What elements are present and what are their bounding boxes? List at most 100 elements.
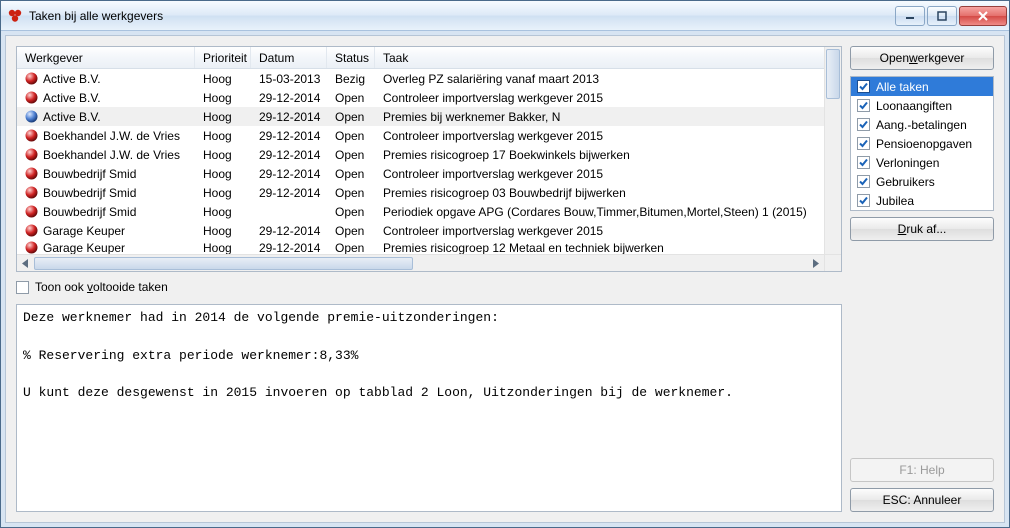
priority-orb-icon (25, 148, 38, 161)
filter-item[interactable]: Pensioenopgaven (851, 134, 993, 153)
open-werkgever-button[interactable]: Open werkgever (850, 46, 994, 70)
window-title: Taken bij alle werkgevers (29, 9, 893, 23)
filter-label: Loonaangiften (876, 99, 952, 113)
cell-taak: Premies risicogroep 17 Boekwinkels bijwe… (375, 148, 841, 162)
filter-item[interactable]: Alle taken (851, 77, 993, 96)
filter-item[interactable]: Jubilea (851, 191, 993, 210)
priority-orb-icon (25, 110, 38, 123)
priority-orb-icon (25, 224, 38, 237)
title-bar: Taken bij alle werkgevers (1, 1, 1009, 31)
priority-orb-icon (25, 91, 38, 104)
priority-orb-icon (25, 241, 38, 254)
client-area: Werkgever Prioriteit Datum Status Taak A… (5, 35, 1005, 523)
cell-prioriteit: Hoog (195, 129, 251, 143)
show-completed-label[interactable]: Toon ook voltooide taken (35, 280, 168, 294)
close-button[interactable] (959, 6, 1007, 26)
table-row[interactable]: Boekhandel J.W. de VriesHoog29-12-2014Op… (17, 145, 841, 164)
table-row[interactable]: Garage KeuperHoog29-12-2014OpenPremies r… (17, 240, 841, 255)
cell-status: Open (327, 167, 375, 181)
show-completed-pre: Toon ook (35, 280, 87, 294)
cell-prioriteit: Hoog (195, 224, 251, 238)
cancel-button[interactable]: ESC: Annuleer (850, 488, 994, 512)
horizontal-scrollbar[interactable] (17, 254, 824, 271)
table-row[interactable]: Bouwbedrijf SmidHoog29-12-2014OpenContro… (17, 164, 841, 183)
help-button[interactable]: F1: Help (850, 458, 994, 482)
cell-prioriteit: Hoog (195, 91, 251, 105)
table-row[interactable]: Bouwbedrijf SmidHoog29-12-2014OpenPremie… (17, 183, 841, 202)
filter-label: Jubilea (876, 194, 914, 208)
print-post: ruk af... (906, 222, 946, 236)
filter-label: Alle taken (876, 80, 929, 94)
cell-werkgever: Boekhandel J.W. de Vries (43, 148, 180, 162)
filter-item[interactable]: Gebruikers (851, 172, 993, 191)
cell-status: Open (327, 241, 375, 255)
filter-label: Pensioenopgaven (876, 137, 972, 151)
cell-taak: Controleer importverslag werkgever 2015 (375, 224, 841, 238)
hscroll-track[interactable] (34, 256, 807, 271)
app-window: Taken bij alle werkgevers Werkgever Prio… (0, 0, 1010, 528)
cell-prioriteit: Hoog (195, 205, 251, 219)
maximize-button[interactable] (927, 6, 957, 26)
priority-orb-icon (25, 186, 38, 199)
col-datum[interactable]: Datum (251, 47, 327, 68)
cell-datum: 29-12-2014 (251, 186, 327, 200)
vertical-scrollbar[interactable] (824, 47, 841, 254)
cell-werkgever: Bouwbedrijf Smid (43, 205, 136, 219)
col-prioriteit[interactable]: Prioriteit (195, 47, 251, 68)
vscroll-thumb[interactable] (826, 49, 840, 99)
cell-taak: Controleer importverslag werkgever 2015 (375, 167, 841, 181)
cell-datum: 29-12-2014 (251, 241, 327, 255)
cell-werkgever: Garage Keuper (43, 224, 125, 238)
cell-werkgever: Bouwbedrijf Smid (43, 186, 136, 200)
cell-status: Open (327, 91, 375, 105)
hscroll-right-arrow[interactable] (807, 256, 824, 271)
col-werkgever[interactable]: Werkgever (17, 47, 195, 68)
cell-status: Open (327, 129, 375, 143)
cell-taak: Controleer importverslag werkgever 2015 (375, 129, 841, 143)
cell-werkgever: Active B.V. (43, 110, 101, 124)
table-row[interactable]: Garage KeuperHoog29-12-2014OpenControlee… (17, 221, 841, 240)
filter-checkbox[interactable] (857, 156, 870, 169)
open-post: erkgever (918, 51, 965, 65)
cell-taak: Premies risicogroep 12 Metaal en technie… (375, 241, 841, 255)
col-taak[interactable]: Taak (375, 47, 841, 68)
show-completed-checkbox[interactable] (16, 281, 29, 294)
cell-werkgever: Bouwbedrijf Smid (43, 167, 136, 181)
open-pre: Open (880, 51, 909, 65)
cell-prioriteit: Hoog (195, 186, 251, 200)
cell-prioriteit: Hoog (195, 72, 251, 86)
window-buttons (893, 6, 1007, 26)
priority-orb-icon (25, 205, 38, 218)
detail-text[interactable]: Deze werknemer had in 2014 de volgende p… (16, 304, 842, 512)
cell-datum: 29-12-2014 (251, 91, 327, 105)
open-u: w (909, 51, 918, 65)
filter-item[interactable]: Loonaangiften (851, 96, 993, 115)
filter-checkbox[interactable] (857, 99, 870, 112)
print-button[interactable]: Druk af... (850, 217, 994, 241)
filter-checkbox[interactable] (857, 118, 870, 131)
show-completed-post: oltooide taken (93, 280, 168, 294)
hscroll-left-arrow[interactable] (17, 256, 34, 271)
table-row[interactable]: Bouwbedrijf SmidHoogOpenPeriodiek opgave… (17, 202, 841, 221)
filter-label: Verloningen (876, 156, 939, 170)
filter-checkbox[interactable] (857, 175, 870, 188)
filter-item[interactable]: Aang.-betalingen (851, 115, 993, 134)
cell-prioriteit: Hoog (195, 167, 251, 181)
filter-item[interactable]: Verloningen (851, 153, 993, 172)
filter-checkbox[interactable] (857, 194, 870, 207)
table-row[interactable]: Boekhandel J.W. de VriesHoog29-12-2014Op… (17, 126, 841, 145)
cell-werkgever: Garage Keuper (43, 241, 125, 255)
table-row[interactable]: Active B.V.Hoog29-12-2014OpenControleer … (17, 88, 841, 107)
table-row[interactable]: Active B.V.Hoog15-03-2013BezigOverleg PZ… (17, 69, 841, 88)
filter-label: Gebruikers (876, 175, 935, 189)
tasks-table[interactable]: Werkgever Prioriteit Datum Status Taak A… (16, 46, 842, 272)
print-u: D (898, 222, 907, 236)
cell-status: Open (327, 110, 375, 124)
hscroll-thumb[interactable] (34, 257, 413, 270)
minimize-button[interactable] (895, 6, 925, 26)
col-status[interactable]: Status (327, 47, 375, 68)
table-row[interactable]: Active B.V.Hoog29-12-2014OpenPremies bij… (17, 107, 841, 126)
filter-checkbox[interactable] (857, 80, 870, 93)
cell-status: Open (327, 186, 375, 200)
filter-checkbox[interactable] (857, 137, 870, 150)
